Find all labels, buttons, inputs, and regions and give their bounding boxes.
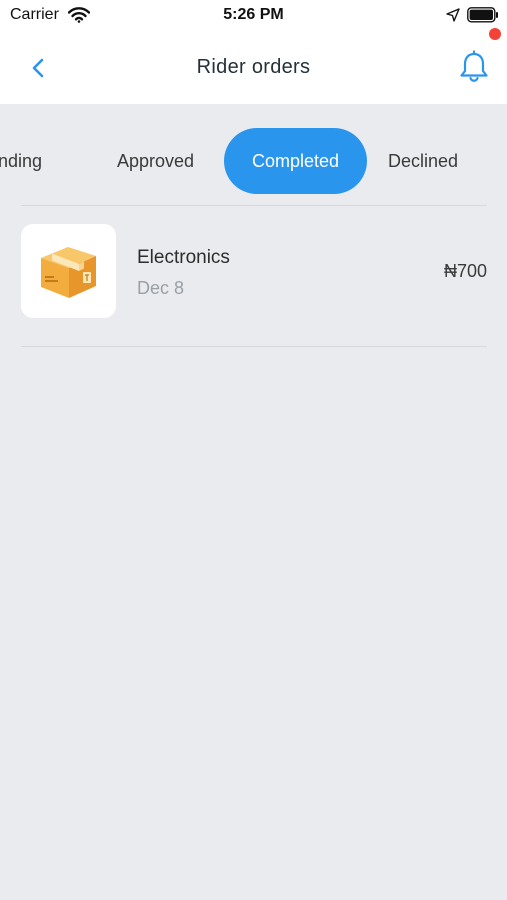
order-item-name: Electronics xyxy=(137,247,230,268)
divider xyxy=(21,346,487,347)
status-bar: Carrier 5:26 PM xyxy=(0,0,507,34)
notifications-button[interactable] xyxy=(458,50,490,84)
bell-icon xyxy=(460,50,488,82)
location-arrow-icon xyxy=(446,8,460,27)
order-item-date: Dec 8 xyxy=(137,278,185,298)
package-box-icon xyxy=(41,247,96,298)
order-status-tabs: ending Approved Completed Declined xyxy=(0,104,507,204)
order-item-price: ₦700 xyxy=(443,261,487,281)
tab-completed[interactable]: Completed xyxy=(224,128,367,194)
notification-badge-dot xyxy=(489,28,501,40)
clock-time: 5:26 PM xyxy=(223,6,284,23)
order-list-item[interactable]: Electronics Dec 8 ₦700 xyxy=(0,206,507,346)
page-title: Rider orders xyxy=(196,56,311,78)
tab-approved[interactable]: Approved xyxy=(117,128,194,194)
tab-approved-label: Approved xyxy=(117,151,195,171)
order-thumbnail xyxy=(21,224,116,318)
battery-icon xyxy=(467,7,499,28)
app-header: Rider orders xyxy=(0,34,507,104)
tab-pending-label: ending xyxy=(0,151,43,171)
tab-declined[interactable]: Declined xyxy=(388,128,458,194)
tab-declined-label: Declined xyxy=(388,151,459,171)
tab-pending[interactable]: ending xyxy=(0,128,42,194)
tab-completed-label: Completed xyxy=(251,151,340,171)
